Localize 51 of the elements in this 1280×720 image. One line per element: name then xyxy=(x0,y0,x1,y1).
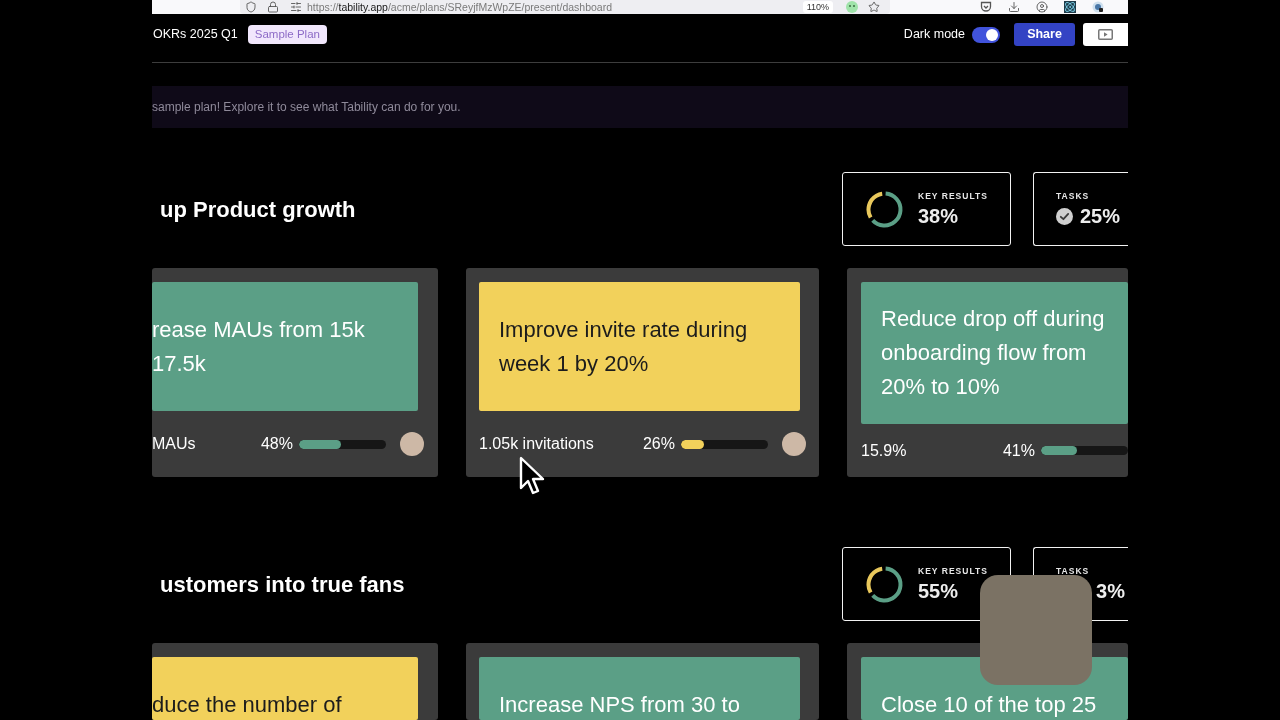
summary-value: 38% xyxy=(918,204,960,228)
current-value: 15.9% xyxy=(861,440,907,461)
progress-percent: 41% xyxy=(1002,440,1035,461)
atom-icon[interactable] xyxy=(1064,1,1076,13)
key-result-card[interactable]: duce the number of xyxy=(152,643,438,720)
present-button[interactable] xyxy=(1083,23,1128,46)
key-result-card[interactable]: Reduce drop off during onboarding flow from 20% to 10% 15.9% 41% xyxy=(847,268,1128,477)
star-icon[interactable] xyxy=(868,1,880,13)
key-result-title: Improve invite rate during week 1 by 20% xyxy=(499,315,749,378)
progress-ring-icon xyxy=(866,190,903,228)
summary-value: 25% xyxy=(1080,204,1121,228)
summary-label: KEY RESULTS xyxy=(918,190,988,202)
share-button[interactable]: Share xyxy=(1014,23,1075,46)
summary-value: 3% xyxy=(1096,579,1125,603)
key-result-title: Increase NPS from 30 to xyxy=(499,692,740,717)
key-result-card[interactable]: rease MAUs from 15k 17.5k MAUs 48% xyxy=(152,268,438,477)
summary-label: TASKS xyxy=(1056,565,1090,577)
face-icon[interactable] xyxy=(846,1,858,13)
key-result-title: duce the number of xyxy=(152,692,342,717)
account-icon[interactable] xyxy=(1036,1,1048,13)
download-icon[interactable] xyxy=(1008,1,1020,13)
address-bar[interactable]: https://tability.app/acme/plans/SReyjfMzWpZE/present/dashboard 110% xyxy=(240,0,890,14)
check-circle-icon xyxy=(1056,207,1073,225)
key-result-card[interactable]: Improve invite rate during week 1 by 20% 1.05k invitations 26% xyxy=(466,268,819,477)
lock-icon[interactable] xyxy=(267,1,279,13)
sliders-icon[interactable] xyxy=(290,1,302,13)
current-value: 1.05k invitations xyxy=(479,434,594,454)
zoom-level[interactable]: 110% xyxy=(802,1,833,13)
screen-play-icon xyxy=(1098,29,1113,40)
dark-mode-label: Dark mode xyxy=(903,26,965,44)
progress-percent: 48% xyxy=(260,434,293,454)
objective-title: up Product growth xyxy=(159,195,356,224)
dark-mode-toggle[interactable] xyxy=(972,26,1000,43)
key-result-title: Reduce drop off during onboarding flow from 20% to 10% xyxy=(881,305,1106,401)
chevron-shield-icon[interactable] xyxy=(980,1,992,13)
progress-percent: 26% xyxy=(642,434,675,454)
key-result-title: rease MAUs from 15k 17.5k xyxy=(152,315,366,378)
objective-title: ustomers into true fans xyxy=(159,570,405,599)
url-text[interactable]: https://tability.app/acme/plans/SReyjfMzWpZE/present/dashboard xyxy=(307,0,613,14)
plan-title: OKRs 2025 Q1 xyxy=(152,26,238,44)
banner-text: sample plan! Explore it to see what Tability can do for you. xyxy=(152,99,461,116)
key-result-title: Close 10 of the top 25 xyxy=(881,692,1097,717)
circle-badge-icon[interactable] xyxy=(1092,1,1104,13)
mouse-cursor-icon xyxy=(519,456,545,496)
shield-icon[interactable] xyxy=(245,1,257,13)
summary-value: 55% xyxy=(918,579,960,603)
progress-ring-icon xyxy=(866,565,903,603)
summary-label: TASKS xyxy=(1056,190,1091,202)
current-value: MAUs xyxy=(152,434,196,454)
sample-plan-badge: Sample Plan xyxy=(247,25,327,44)
summary-label: KEY RESULTS xyxy=(918,565,988,577)
